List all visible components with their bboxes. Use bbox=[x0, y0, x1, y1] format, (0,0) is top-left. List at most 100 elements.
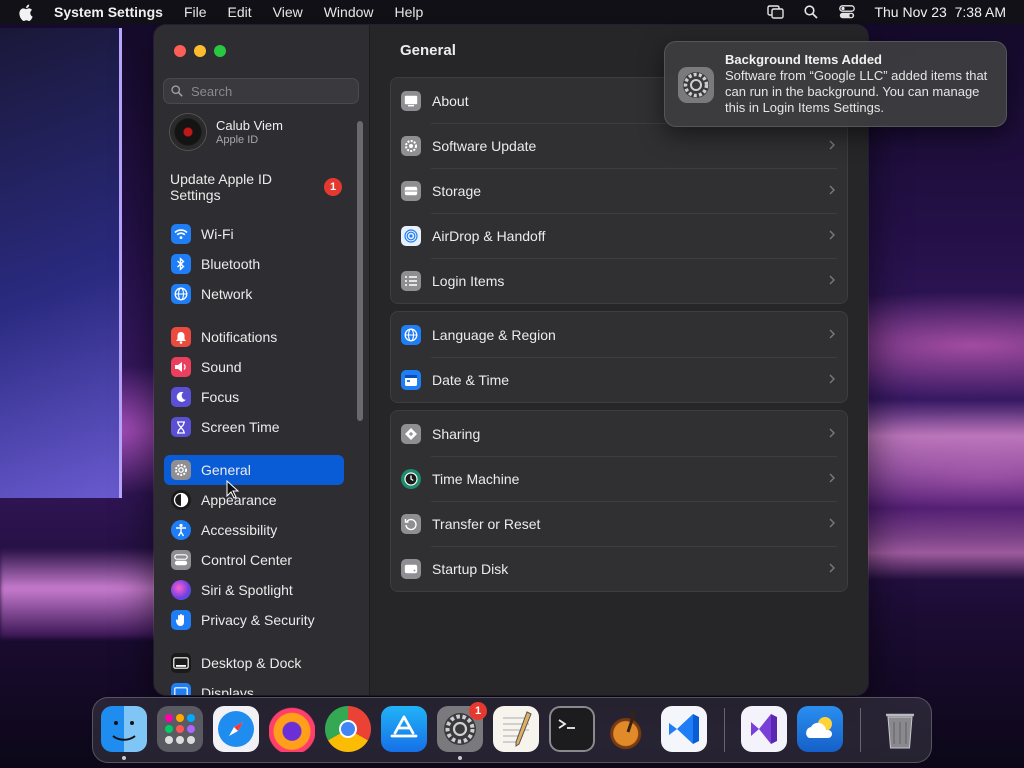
row-label: AirDrop & Handoff bbox=[432, 227, 546, 244]
row-label: Date & Time bbox=[432, 371, 510, 388]
siri-icon bbox=[171, 580, 191, 600]
sidebar-item-privacy-security[interactable]: Privacy & Security bbox=[164, 605, 344, 635]
row-login-items[interactable]: Login Items bbox=[391, 258, 847, 303]
sidebar-item-appearance[interactable]: Appearance bbox=[164, 485, 344, 515]
sidebar-item-accessibility[interactable]: Accessibility bbox=[164, 515, 344, 545]
menu-file[interactable]: File bbox=[184, 4, 207, 20]
zoom-button[interactable] bbox=[214, 45, 226, 57]
row-startup-disk[interactable]: Startup Disk bbox=[391, 546, 847, 591]
account-name: Calub Viem bbox=[216, 118, 283, 133]
apple-id-account[interactable]: Calub Viem Apple ID bbox=[170, 114, 283, 150]
menu-clock[interactable]: Thu Nov 23 7:38 AM bbox=[874, 4, 1006, 20]
garageband-icon[interactable] bbox=[605, 706, 651, 752]
visual-studio-icon[interactable] bbox=[741, 706, 787, 752]
weather-icon[interactable] bbox=[797, 706, 843, 752]
app-store-icon[interactable] bbox=[381, 706, 427, 752]
trash-icon[interactable] bbox=[877, 706, 923, 752]
moon-icon bbox=[171, 387, 191, 407]
hand-icon bbox=[171, 610, 191, 630]
window-controls bbox=[174, 45, 226, 57]
sidebar-item-desktop-dock[interactable]: Desktop & Dock bbox=[164, 648, 344, 678]
gear-icon bbox=[171, 460, 191, 480]
row-storage[interactable]: Storage bbox=[391, 168, 847, 213]
sidebar-item-network[interactable]: Network bbox=[164, 279, 344, 309]
notification-banner[interactable]: Background Items Added Software from “Go… bbox=[664, 41, 1007, 127]
chrome-icon[interactable] bbox=[325, 706, 371, 752]
dock-separator bbox=[860, 708, 861, 752]
sidebar: Calub Viem Apple ID Update Apple ID Sett… bbox=[154, 25, 370, 695]
sidebar-item-bluetooth[interactable]: Bluetooth bbox=[164, 249, 344, 279]
safari-icon[interactable] bbox=[213, 706, 259, 752]
sidebar-item-label: Screen Time bbox=[201, 419, 280, 435]
menu-edit[interactable]: Edit bbox=[228, 4, 252, 20]
bell-icon bbox=[171, 327, 191, 347]
search-input[interactable] bbox=[189, 82, 353, 100]
row-date-time[interactable]: Date & Time bbox=[391, 357, 847, 402]
update-apple-id-item[interactable]: Update Apple ID Settings 1 bbox=[170, 171, 342, 203]
sidebar-scrollbar[interactable] bbox=[357, 121, 363, 421]
globe-icon bbox=[401, 324, 421, 345]
row-label: Startup Disk bbox=[432, 560, 509, 577]
row-sharing[interactable]: Sharing bbox=[391, 411, 847, 456]
hourglass-icon bbox=[171, 417, 191, 437]
minimize-button[interactable] bbox=[194, 45, 206, 57]
reset-icon bbox=[401, 513, 421, 534]
dock: 1 bbox=[92, 697, 932, 763]
menu-help[interactable]: Help bbox=[395, 4, 424, 20]
finder-icon[interactable] bbox=[101, 706, 147, 752]
sidebar-item-focus[interactable]: Focus bbox=[164, 382, 344, 412]
chevron-right-icon bbox=[829, 563, 835, 573]
chevron-right-icon bbox=[829, 275, 835, 285]
search-field[interactable] bbox=[163, 78, 359, 104]
textedit-icon[interactable] bbox=[493, 706, 539, 752]
launchpad-icon[interactable] bbox=[157, 706, 203, 752]
sidebar-item-sound[interactable]: Sound bbox=[164, 352, 344, 382]
dock-separator bbox=[724, 708, 725, 752]
running-indicator bbox=[122, 756, 126, 760]
sidebar-item-displays[interactable]: Displays bbox=[164, 678, 344, 695]
row-language-region[interactable]: Language & Region bbox=[391, 312, 847, 357]
wallpaper-panel bbox=[0, 28, 122, 498]
apple-menu-icon[interactable] bbox=[16, 3, 34, 21]
storage-icon bbox=[401, 180, 421, 201]
notification-title: Background Items Added bbox=[725, 52, 882, 67]
screen-mirroring-icon[interactable] bbox=[766, 4, 784, 20]
sidebar-item-label: Network bbox=[201, 286, 253, 302]
firefox-icon[interactable] bbox=[269, 706, 315, 752]
wallpaper-glow-right bbox=[864, 400, 1024, 580]
list-icon bbox=[401, 270, 421, 291]
row-label: Sharing bbox=[432, 425, 481, 442]
sidebar-item-label: Wi-Fi bbox=[201, 226, 234, 242]
airdrop-icon bbox=[401, 225, 421, 246]
dock-icon bbox=[171, 653, 191, 673]
close-button[interactable] bbox=[174, 45, 186, 57]
vscode-icon[interactable] bbox=[661, 706, 707, 752]
sharing-icon bbox=[401, 423, 421, 444]
system-settings-app-icon bbox=[678, 67, 714, 103]
avatar bbox=[170, 114, 206, 150]
control-center-icon[interactable] bbox=[838, 4, 856, 20]
sidebar-item-control-center[interactable]: Control Center bbox=[164, 545, 344, 575]
row-software-update[interactable]: Software Update bbox=[391, 123, 847, 168]
row-airdrop-handoff[interactable]: AirDrop & Handoff bbox=[391, 213, 847, 258]
sidebar-item-siri-spotlight[interactable]: Siri & Spotlight bbox=[164, 575, 344, 605]
notification-badge: 1 bbox=[324, 178, 342, 196]
chevron-right-icon bbox=[829, 329, 835, 339]
sidebar-item-notifications[interactable]: Notifications bbox=[164, 322, 344, 352]
menu-view[interactable]: View bbox=[273, 4, 303, 20]
terminal-icon[interactable] bbox=[549, 706, 595, 752]
accessibility-icon bbox=[171, 520, 191, 540]
row-time-machine[interactable]: Time Machine bbox=[391, 456, 847, 501]
sidebar-item-general[interactable]: General bbox=[164, 455, 344, 485]
notification-body: Software from “Google LLC” added items t… bbox=[725, 68, 988, 115]
spotlight-search-icon[interactable] bbox=[802, 4, 820, 20]
sidebar-item-screen-time[interactable]: Screen Time bbox=[164, 412, 344, 442]
row-transfer-reset[interactable]: Transfer or Reset bbox=[391, 501, 847, 546]
chevron-right-icon bbox=[829, 140, 835, 150]
menu-app-name[interactable]: System Settings bbox=[54, 4, 163, 20]
row-label: About bbox=[432, 92, 469, 109]
sidebar-item-label: General bbox=[201, 462, 251, 478]
menu-window[interactable]: Window bbox=[324, 4, 374, 20]
disk-icon bbox=[401, 558, 421, 579]
sidebar-item-wifi[interactable]: Wi-Fi bbox=[164, 219, 344, 249]
